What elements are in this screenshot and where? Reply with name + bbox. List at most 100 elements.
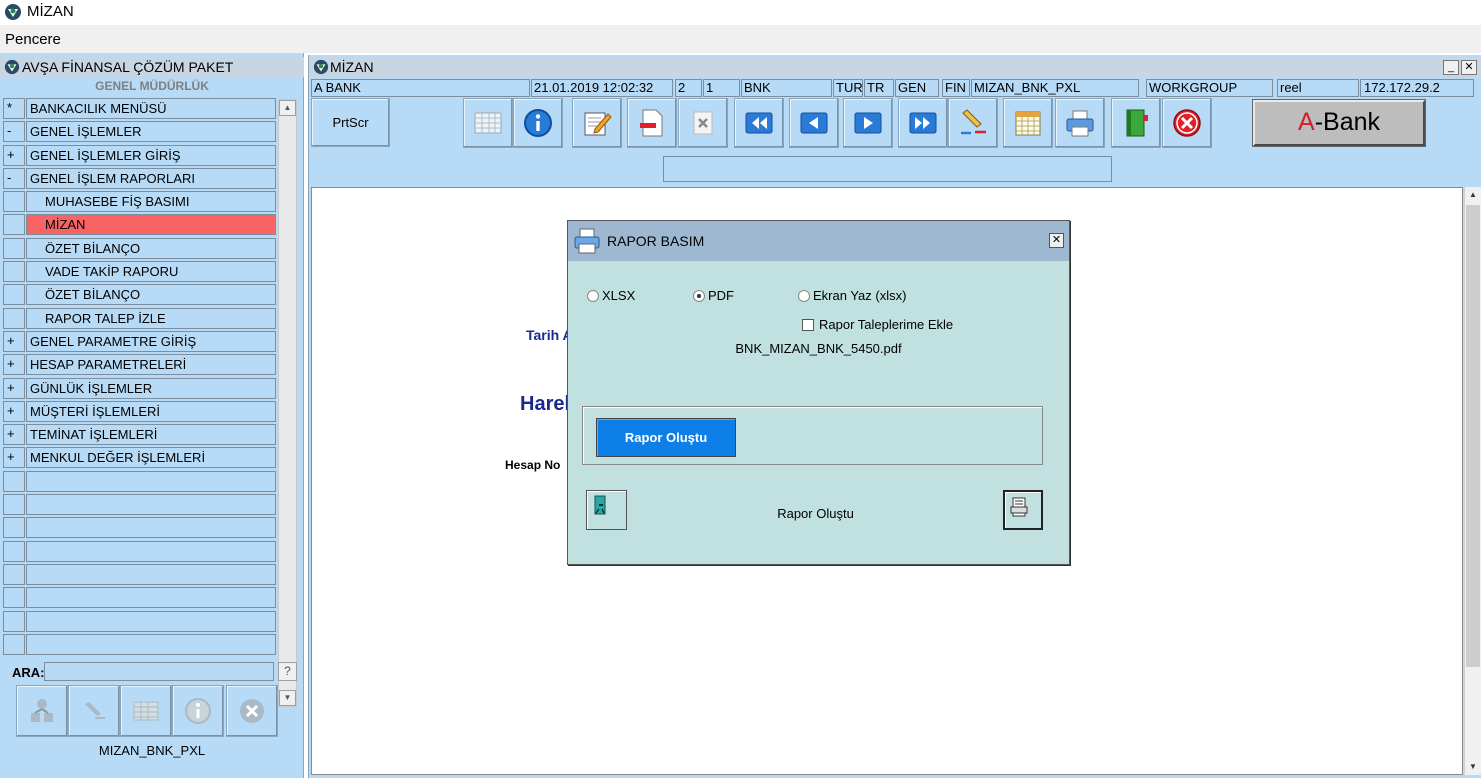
rapor-talep-checkbox[interactable]: Rapor Taleplerime Ekle <box>802 317 953 332</box>
close-button[interactable] <box>226 685 278 737</box>
tree-item[interactable]: MÜŞTERİ İŞLEMLERİ <box>26 400 276 422</box>
toolbar-delete-record-button[interactable] <box>627 98 677 148</box>
scroll-up-icon[interactable]: ▲ <box>1465 187 1481 203</box>
tree-row[interactable] <box>3 540 276 564</box>
radio-pdf[interactable]: PDF <box>693 288 734 303</box>
tree-item[interactable] <box>26 540 276 562</box>
tree-row-expander[interactable]: + <box>3 354 25 376</box>
toolbar-print-button[interactable] <box>1055 98 1105 148</box>
toolbar-clear-button[interactable] <box>678 98 728 148</box>
tree-row[interactable]: + GÜNLÜK İŞLEMLER <box>3 377 276 401</box>
tree-row[interactable]: + GENEL İŞLEMLER GİRİŞ <box>3 144 276 168</box>
tree-item[interactable]: GENEL PARAMETRE GİRİŞ <box>26 330 276 352</box>
tree-row-expander[interactable] <box>3 494 25 516</box>
tree-row[interactable]: RAPOR TALEP İZLE <box>3 307 276 331</box>
tree-row-expander[interactable]: + <box>3 144 25 166</box>
tree-row[interactable]: ÖZET BİLANÇO <box>3 237 276 261</box>
tree-row[interactable]: - GENEL İŞLEM RAPORLARI <box>3 167 276 191</box>
tree-row-expander[interactable]: * <box>3 98 25 119</box>
tree-scrollbar[interactable]: ▲ ▼ <box>278 99 297 707</box>
scroll-thumb[interactable] <box>1466 205 1480 667</box>
tree-row-expander[interactable]: + <box>3 424 25 446</box>
toolbar-calendar-button[interactable] <box>1003 98 1053 148</box>
org-chart-button[interactable] <box>16 685 68 737</box>
scroll-up-icon[interactable]: ▲ <box>279 100 296 116</box>
tree-item[interactable] <box>26 517 276 539</box>
tree-item[interactable]: MUHASEBE FİŞ BASIMI <box>26 191 276 213</box>
dialog-print-button[interactable] <box>1003 490 1043 530</box>
toolbar-first-button[interactable] <box>734 98 784 148</box>
toolbar-last-button[interactable] <box>898 98 948 148</box>
prtscr-button[interactable]: PrtScr <box>311 98 390 147</box>
tree-row-expander[interactable]: - <box>3 121 25 143</box>
tree-row[interactable]: MUHASEBE FİŞ BASIMI <box>3 191 276 214</box>
tree-row[interactable]: ÖZET BİLANÇO <box>3 284 276 307</box>
scroll-down-icon[interactable]: ▼ <box>279 690 296 706</box>
tree-row-expander[interactable] <box>3 517 25 539</box>
toolbar-book-button[interactable] <box>1111 98 1161 148</box>
minimize-button[interactable]: _ <box>1443 60 1459 75</box>
search-input[interactable] <box>44 662 274 681</box>
toolbar-next-button[interactable] <box>843 98 893 148</box>
content-scrollbar[interactable]: ▲ ▼ <box>1464 187 1481 775</box>
tree-item[interactable]: ÖZET BİLANÇO <box>26 237 276 259</box>
tree-item[interactable] <box>26 610 276 632</box>
tree-row-expander[interactable]: + <box>3 377 25 399</box>
tree-row-expander[interactable]: + <box>3 330 25 352</box>
tree-row-expander[interactable] <box>3 563 25 585</box>
tree-row-expander[interactable] <box>3 261 25 283</box>
tree-item[interactable] <box>26 633 276 655</box>
tree-row[interactable] <box>3 610 276 634</box>
dialog-close-button[interactable]: ✕ <box>1049 233 1064 248</box>
tree-row[interactable] <box>3 587 276 610</box>
tree-row-expander[interactable]: - <box>3 167 25 189</box>
toolbar-table-button[interactable] <box>463 98 513 148</box>
tree-row-expander[interactable] <box>3 284 25 306</box>
tree-row[interactable]: + HESAP PARAMETRELERİ <box>3 354 276 377</box>
tree-row-expander[interactable] <box>3 214 25 236</box>
toolbar-exit-button[interactable] <box>1162 98 1212 148</box>
tree-item[interactable]: HESAP PARAMETRELERİ <box>26 354 276 376</box>
info-button[interactable] <box>172 685 224 737</box>
checkbox-box[interactable] <box>802 318 814 331</box>
tree-row[interactable]: VADE TAKİP RAPORU <box>3 261 276 284</box>
tree-item[interactable] <box>26 563 276 585</box>
tree-item[interactable]: TEMİNAT İŞLEMLERİ <box>26 424 276 446</box>
radio-ekran-yaz[interactable]: Ekran Yaz (xlsx) <box>798 288 906 303</box>
tree-row[interactable] <box>3 633 276 657</box>
tree-row[interactable] <box>3 494 276 517</box>
rapor-olustur-button[interactable]: Rapor Oluştu <box>596 418 736 457</box>
tree-item[interactable]: GENEL İŞLEMLER <box>26 121 276 143</box>
tree-item[interactable]: GÜNLÜK İŞLEMLER <box>26 377 276 399</box>
tree-item[interactable]: VADE TAKİP RAPORU <box>26 261 276 283</box>
window-close-button[interactable]: ✕ <box>1461 60 1477 75</box>
toolbar-prev-button[interactable] <box>789 98 839 148</box>
tree-row[interactable]: + MÜŞTERİ İŞLEMLERİ <box>3 400 276 424</box>
tree-row[interactable] <box>3 517 276 540</box>
search-help-button[interactable]: ? <box>278 662 297 681</box>
tree-row-expander[interactable] <box>3 307 25 329</box>
tree-row[interactable]: MİZAN <box>3 214 276 237</box>
tree-item[interactable] <box>26 470 276 492</box>
tree-row-expander[interactable] <box>3 191 25 213</box>
tree-item[interactable]: MENKUL DEĞER İŞLEMLERİ <box>26 447 276 469</box>
tree-row[interactable]: + MENKUL DEĞER İŞLEMLERİ <box>3 447 276 470</box>
tree-item[interactable]: GENEL İŞLEMLER GİRİŞ <box>26 144 276 166</box>
tree-item-selected[interactable]: MİZAN <box>26 214 276 236</box>
pen-button[interactable] <box>68 685 120 737</box>
table-button[interactable] <box>120 685 172 737</box>
tree-item[interactable] <box>26 587 276 609</box>
tree-row-expander[interactable] <box>3 610 25 632</box>
tree-row-expander[interactable] <box>3 540 25 562</box>
tree-item[interactable]: RAPOR TALEP İZLE <box>26 307 276 329</box>
radio-pdf-dot[interactable] <box>693 289 705 302</box>
tree-row[interactable]: + GENEL PARAMETRE GİRİŞ <box>3 330 276 354</box>
toolbar-info-button[interactable] <box>513 98 563 148</box>
tree-item[interactable]: BANKACILIK MENÜSÜ <box>26 98 276 119</box>
tree-row-expander[interactable]: + <box>3 400 25 422</box>
tree-item[interactable]: ÖZET BİLANÇO <box>26 284 276 306</box>
tree-row-expander[interactable] <box>3 633 25 655</box>
menu-pencere[interactable]: Pencere <box>5 31 61 48</box>
tree-row-expander[interactable] <box>3 470 25 492</box>
radio-ekran-yaz-dot[interactable] <box>798 289 810 302</box>
